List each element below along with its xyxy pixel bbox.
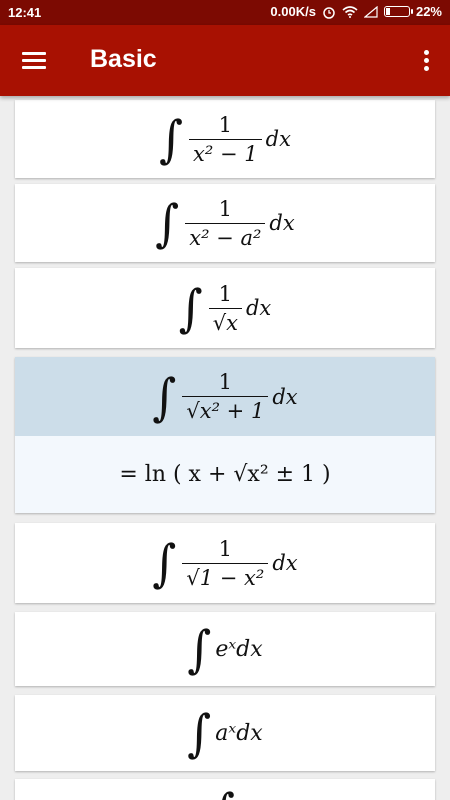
formula-card-expanded[interactable]: ∫ 1 √x² + 1 dx = ln ( x + √x² ± 1 ) [15, 357, 435, 513]
formula: ∫ [15, 779, 435, 800]
formula: ∫ 1 √x dx [15, 268, 435, 348]
formula-card[interactable]: ∫ 1 √x dx [15, 268, 435, 348]
numerator: 1 [218, 281, 233, 306]
page-title: Basic [90, 45, 157, 73]
denominator: x² − a² [185, 222, 266, 250]
formula-list[interactable]: ∫ 1 x² − 1 dx ∫ 1 x² − a² dx ∫ 1 √x dx ∫… [0, 96, 450, 800]
formula-card[interactable]: ∫ aˣdx [15, 695, 435, 771]
wifi-icon [342, 6, 358, 18]
formula: ∫ 1 √x² + 1 dx [15, 357, 435, 436]
formula: ∫ 1 x² − a² dx [15, 184, 435, 262]
denominator: √1 − x² [182, 562, 269, 590]
alarm-icon [323, 6, 335, 19]
denominator: x² − 1 [189, 138, 262, 166]
formula-card[interactable]: ∫ 1 x² − 1 dx [15, 100, 435, 178]
denominator: √x² + 1 [182, 396, 269, 423]
differential: dx [265, 127, 291, 151]
formula: ∫ 1 √1 − x² dx [15, 523, 435, 603]
battery-fill [385, 8, 390, 15]
integral-sign: ∫ [152, 366, 177, 427]
battery-icon [383, 6, 413, 17]
differential: dx [272, 384, 298, 409]
integral-sign: ∫ [155, 193, 180, 253]
formula-card[interactable]: ∫ 1 √1 − x² dx [15, 523, 435, 603]
denominator: √x [208, 307, 242, 335]
formula-card[interactable]: ∫ 1 x² − a² dx [15, 184, 435, 262]
status-icons: 0.00K/s 22% [270, 4, 442, 19]
integral-sign: ∫ [178, 278, 203, 338]
integral-sign: ∫ [152, 533, 177, 593]
integral-sign: ∫ [211, 787, 235, 800]
integral-sign: ∫ [187, 619, 212, 679]
integral-sign: ∫ [187, 703, 212, 763]
formula: ∫ 1 x² − 1 dx [15, 100, 435, 178]
integrand: aˣdx [215, 720, 263, 746]
differential: dx [269, 211, 295, 235]
answer-text: = ln ( x + √x² ± 1 ) [119, 462, 331, 487]
numerator: 1 [218, 536, 233, 561]
battery-percent: 22% [415, 4, 442, 19]
formula: ∫ eˣdx [15, 612, 435, 686]
signal-icon [363, 5, 378, 18]
formula: ∫ aˣdx [15, 695, 435, 771]
app-bar: Basic [0, 25, 450, 96]
numerator: 1 [218, 112, 233, 137]
net-speed: 0.00K/s [270, 4, 316, 19]
formula-card[interactable]: ∫ [15, 779, 435, 800]
numerator: 1 [218, 370, 233, 394]
status-bar: 12:41 0.00K/s 22% [0, 0, 450, 25]
differential: dx [272, 551, 298, 575]
formula-answer: = ln ( x + √x² ± 1 ) [15, 436, 435, 513]
differential: dx [245, 296, 272, 320]
status-time: 12:41 [8, 5, 42, 20]
integrand: eˣdx [215, 636, 263, 662]
more-vert-icon[interactable] [414, 43, 438, 79]
hamburger-menu-icon[interactable] [14, 43, 54, 79]
numerator: 1 [218, 196, 233, 221]
integral-sign: ∫ [159, 109, 184, 169]
formula-card[interactable]: ∫ eˣdx [15, 612, 435, 686]
